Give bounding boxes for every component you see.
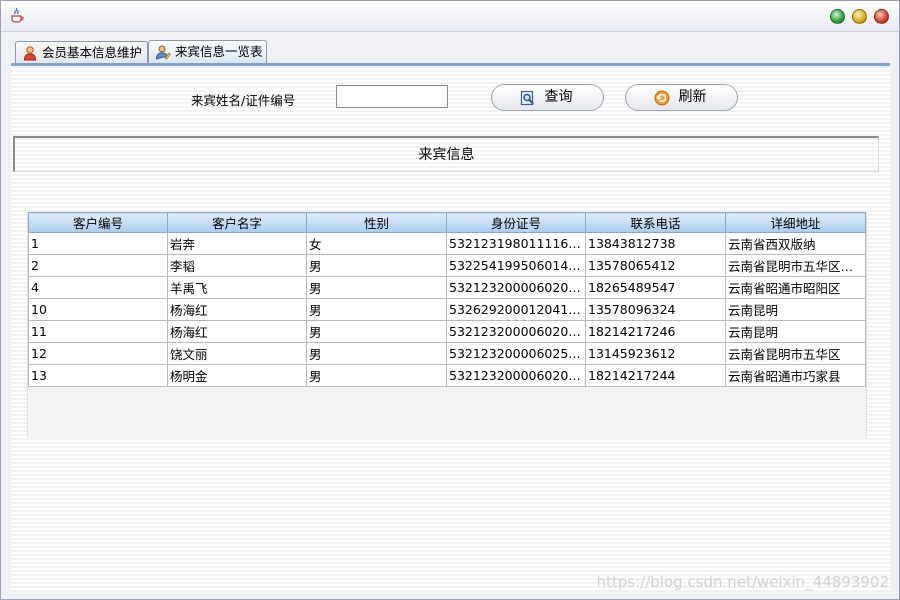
table-row[interactable]: 1 岩奔 女 532123198011116622 13843812738 云南… — [28, 232, 866, 255]
table-cell: 云南省昭通市巧家县 — [725, 364, 866, 387]
column-header[interactable]: 客户编号 — [28, 212, 168, 233]
table-cell: 岩奔 — [167, 232, 307, 255]
member-icon — [23, 46, 37, 61]
tab-guest-label: 来宾信息一览表 — [175, 44, 263, 59]
table-cell: 杨海红 — [167, 298, 307, 321]
watermark: https://blog.csdn.net/weixin_44893902 — [596, 573, 889, 591]
query-button[interactable]: 查询 — [491, 84, 604, 111]
column-header[interactable]: 客户名字 — [167, 212, 307, 233]
table-cell: 532123200006020056 — [446, 364, 586, 387]
table-cell: 杨明金 — [167, 364, 307, 387]
column-header[interactable]: 身份证号 — [446, 212, 586, 233]
table-cell: 羊禹飞 — [167, 276, 307, 299]
table-cell: 男 — [306, 298, 447, 321]
maximize-button[interactable] — [830, 9, 845, 24]
table-cell: 532123200006020056 — [446, 320, 586, 343]
table-cell: 13843812738 — [585, 232, 726, 255]
table-header-row: 客户编号 客户名字 性别 身份证号 联系电话 详细地址 — [28, 212, 866, 233]
table-row[interactable]: 4 羊禹飞 男 532123200006020056 18265489547 云… — [28, 276, 866, 299]
table-cell: 杨海红 — [167, 320, 307, 343]
table-cell: 13578065412 — [585, 254, 726, 277]
table-row[interactable]: 2 李韬 男 532254199506014532 13578065412 云南… — [28, 254, 866, 277]
section-title: 来宾信息 — [13, 136, 879, 172]
title-bar — [1, 1, 899, 32]
table-cell: 云南昆明 — [725, 298, 866, 321]
search-label: 来宾姓名/证件编号 — [191, 93, 296, 108]
table-cell: 云南省西双版纳 — [725, 232, 866, 255]
table-cell: 18214217246 — [585, 320, 726, 343]
refresh-button-label: 刷新 — [678, 89, 707, 105]
table-cell: 男 — [306, 320, 447, 343]
minimize-button[interactable] — [852, 9, 867, 24]
table-cell: 532123200006025693 — [446, 342, 586, 365]
search-input[interactable] — [336, 85, 448, 108]
refresh-icon — [654, 90, 670, 106]
table-cell: 云南昆明 — [725, 320, 866, 343]
table-cell: 13 — [28, 364, 168, 387]
table-cell: 男 — [306, 364, 447, 387]
table-cell: 男 — [306, 342, 447, 365]
table-cell: 11 — [28, 320, 168, 343]
table-cell: 18214217244 — [585, 364, 726, 387]
guest-edit-icon — [155, 45, 171, 60]
table-cell: 云南省昆明市五华区派... — [725, 254, 866, 277]
guest-table: 客户编号 客户名字 性别 身份证号 联系电话 详细地址 1 岩奔 女 53212… — [28, 212, 866, 387]
table-cell: 1 — [28, 232, 168, 255]
app-window: 会员基本信息维护 来宾信息一览表 来宾姓名/证件编号 查询 刷新 来宾信息 客户… — [0, 0, 900, 600]
table-cell: 饶文丽 — [167, 342, 307, 365]
column-header[interactable]: 性别 — [306, 212, 447, 233]
table-cell: 532254199506014532 — [446, 254, 586, 277]
java-cup-icon — [11, 7, 24, 23]
table-cell: 云南省昆明市五华区 — [725, 342, 866, 365]
table-row[interactable]: 13 杨明金 男 532123200006020056 18214217244 … — [28, 364, 866, 387]
tab-member-info[interactable]: 会员基本信息维护 — [15, 41, 148, 63]
column-header[interactable]: 详细地址 — [725, 212, 866, 233]
table-cell: 李韬 — [167, 254, 307, 277]
query-button-label: 查询 — [544, 89, 573, 105]
table-cell: 云南省昭通市昭阳区 — [725, 276, 866, 299]
table-row[interactable]: 11 杨海红 男 532123200006020056 18214217246 … — [28, 320, 866, 343]
table-cell: 532123198011116622 — [446, 232, 586, 255]
table-cell: 女 — [306, 232, 447, 255]
tab-member-label: 会员基本信息维护 — [42, 45, 143, 60]
table-cell: 12 — [28, 342, 168, 365]
tab-guest-list[interactable]: 来宾信息一览表 — [148, 40, 267, 63]
table-cell: 男 — [306, 276, 447, 299]
column-header[interactable]: 联系电话 — [585, 212, 726, 233]
table-cell: 男 — [306, 254, 447, 277]
table-row[interactable]: 10 杨海红 男 532629200012041963 13578096324 … — [28, 298, 866, 321]
table-cell: 10 — [28, 298, 168, 321]
close-button[interactable] — [874, 9, 889, 24]
guest-list-panel: 来宾姓名/证件编号 查询 刷新 来宾信息 客户编号 客户名字 性别 身份证号 联… — [11, 63, 890, 591]
search-icon — [520, 90, 534, 106]
guest-table-container[interactable]: 客户编号 客户名字 性别 身份证号 联系电话 详细地址 1 岩奔 女 53212… — [27, 212, 867, 438]
table-row[interactable]: 12 饶文丽 男 532123200006025693 13145923612 … — [28, 342, 866, 365]
table-cell: 532123200006020056 — [446, 276, 586, 299]
table-cell: 13145923612 — [585, 342, 726, 365]
table-cell: 18265489547 — [585, 276, 726, 299]
table-cell: 4 — [28, 276, 168, 299]
refresh-button[interactable]: 刷新 — [625, 84, 738, 111]
table-cell: 2 — [28, 254, 168, 277]
table-cell: 13578096324 — [585, 298, 726, 321]
table-cell: 532629200012041963 — [446, 298, 586, 321]
